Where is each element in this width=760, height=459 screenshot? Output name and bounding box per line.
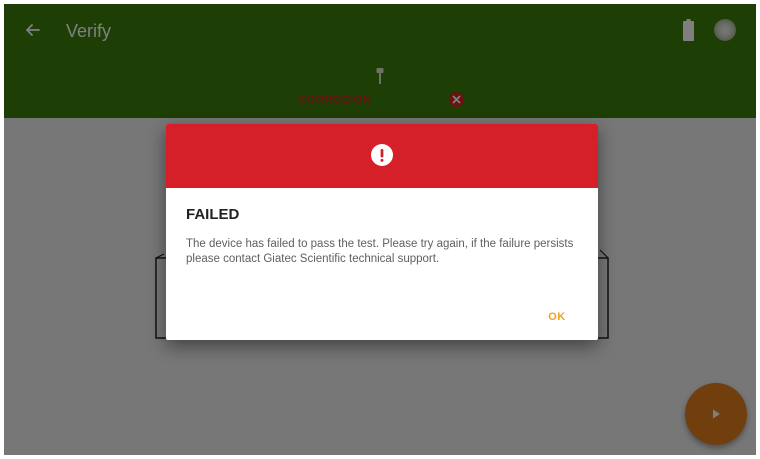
dialog-message: The device has failed to pass the test. … — [186, 238, 574, 265]
dialog-header — [166, 124, 598, 188]
dialog-title: FAILED — [186, 206, 240, 223]
ok-button[interactable]: OK — [540, 306, 574, 328]
failed-dialog: FAILED The device has failed to pass the… — [166, 124, 598, 340]
device-screen: Verify CORROSION — [4, 4, 756, 455]
alert-icon — [371, 144, 393, 166]
